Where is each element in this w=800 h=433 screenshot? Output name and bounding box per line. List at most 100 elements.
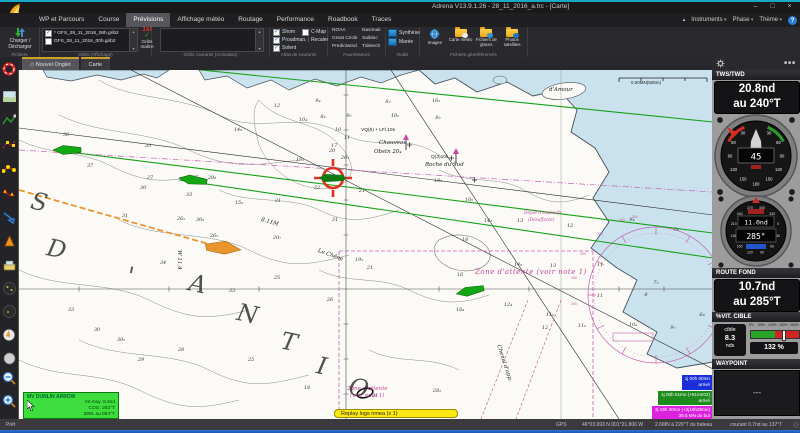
new-tab-icon: ◇ xyxy=(30,62,35,68)
solent-checkbox[interactable] xyxy=(273,44,280,52)
check-cmap[interactable]: C-Map xyxy=(302,28,328,36)
tab-course[interactable]: Course xyxy=(91,13,126,27)
link-predictwind[interactable]: Predictwind xyxy=(332,43,358,51)
ais-boat-orange[interactable] xyxy=(204,239,242,256)
nautical-chart[interactable]: 12 9₄ 8₂ 10₄ 8₄ 9₆ 10₅ 16₅ 10 11 17 20 18₃ 20₅ 8₃ 22 21 1… xyxy=(18,70,713,419)
regatta-mark-icon[interactable] xyxy=(1,233,17,249)
check-solent[interactable]: Solent xyxy=(273,44,305,52)
eraser-icon[interactable] xyxy=(1,257,17,273)
group-gribs-courants: ▴ ▾ Gribs courants (Activation) xyxy=(152,27,270,57)
cog-value: au 285°T xyxy=(733,295,781,308)
panel-settings-icon[interactable] xyxy=(716,59,725,68)
courants-scrollbar[interactable]: ▴ ▾ xyxy=(255,28,264,52)
wind-arrow-icon[interactable] xyxy=(1,209,17,225)
tab-wp-et-parcours[interactable]: WP et Parcours xyxy=(32,13,91,27)
weather-ball-icon[interactable] xyxy=(1,280,17,296)
group-outils: Synthèse Marée Outils xyxy=(386,27,420,57)
ais-boat[interactable] xyxy=(455,284,485,299)
tab-performance[interactable]: Performance xyxy=(270,13,321,27)
minimize-button[interactable]: – xyxy=(747,2,764,13)
tab-routage[interactable]: Routage xyxy=(231,13,270,27)
synthese-button[interactable]: Synthèse xyxy=(388,28,420,37)
beacon-icon[interactable] xyxy=(403,134,459,164)
link-noaa[interactable]: NOAA xyxy=(332,27,358,35)
grib-list[interactable]: * GFS_28_11_2016_06h.grib2 GFS_28_11_201… xyxy=(42,28,130,52)
svg-text:150: 150 xyxy=(740,177,748,182)
phase-menu[interactable]: Phase xyxy=(732,17,753,23)
wind-angle-gauge[interactable]: 30 30 60 60 90 90 120 120 150 150 180 45 xyxy=(713,113,799,199)
instruments-menu[interactable]: Instruments xyxy=(691,17,726,23)
tws-speed: 20.8nd xyxy=(738,83,776,95)
shom-checkbox[interactable] xyxy=(273,28,280,36)
link-saildoc[interactable]: Saildoc xyxy=(362,35,380,43)
collapse-ribbon-icon[interactable]: ▴ xyxy=(683,17,686,23)
eta-status: arrivé xyxy=(698,397,711,403)
help-button[interactable]: ? xyxy=(788,15,797,25)
mouse-cursor xyxy=(27,400,35,411)
chart-icon[interactable] xyxy=(1,88,17,104)
ais-boat[interactable] xyxy=(178,174,208,187)
link-tidetech[interactable]: Tidetech xyxy=(362,43,380,51)
resize-grip[interactable] xyxy=(793,421,799,428)
zoom-in-icon[interactable] xyxy=(1,393,17,409)
check-shom[interactable]: Shom xyxy=(273,28,305,36)
eta-box-blue: 1j 00h 00mn arrivé xyxy=(681,375,713,390)
eta-time: 1j 00h 00mn xyxy=(684,376,710,381)
svg-text:90: 90 xyxy=(780,154,785,159)
panel-more-icon[interactable]: ■■■ xyxy=(784,60,796,66)
globe-icon xyxy=(430,29,440,39)
ais-boat[interactable] xyxy=(52,145,82,155)
grib-file-label: * GFS_28_11_2016_06h.grib2 xyxy=(54,30,119,36)
grib-row[interactable]: GFS_28_11_2016_00h.grib2 xyxy=(43,37,129,45)
maximize-button[interactable]: □ xyxy=(764,2,781,13)
photos-satellites-label: Photos satellites xyxy=(503,37,521,47)
compass-gauge[interactable]: 270 300 330 0 30 60 90 120 150 180 210 2… xyxy=(716,194,796,270)
tab-affichage-meteo[interactable]: Affichage météo xyxy=(170,13,231,27)
weather-ball-2-icon[interactable] xyxy=(1,303,17,319)
tab-previsions[interactable]: Prévisions xyxy=(126,13,171,27)
twa-tag xyxy=(751,165,761,169)
cmap-checkbox[interactable] xyxy=(302,28,309,36)
track-red-icon[interactable] xyxy=(1,136,17,152)
recaler-button[interactable]: →| Recaler xyxy=(302,36,328,44)
svg-text:330: 330 xyxy=(769,212,775,216)
svg-text:90: 90 xyxy=(728,154,733,159)
percent-value: 132 % xyxy=(750,342,798,354)
zoom-out-icon[interactable] xyxy=(1,370,17,386)
compass-check-icon[interactable] xyxy=(1,327,17,343)
tab-traces[interactable]: Traces xyxy=(365,13,399,27)
grib-checkbox[interactable] xyxy=(45,37,52,45)
tws-value-box: 20.8nd au 240°T xyxy=(714,81,800,114)
close-button[interactable]: × xyxy=(781,2,798,13)
marks-icon[interactable] xyxy=(1,185,17,201)
theme-menu[interactable]: Thème xyxy=(759,17,782,23)
proudman-checkbox[interactable] xyxy=(273,36,280,44)
cloud-icon xyxy=(461,33,468,38)
tws-header[interactable]: TWS/TWD xyxy=(712,70,800,80)
group-fournisseurs: NOAA Great Circle Predictwind Navimail S… xyxy=(328,27,386,57)
track-line-orange xyxy=(19,189,220,248)
waypoint-header[interactable]: WAYPOINT xyxy=(712,359,800,369)
link-great-circle[interactable]: Great Circle xyxy=(332,35,358,43)
group-atlas: Shom Proudman Solent C-Map →| R xyxy=(270,27,328,57)
tab-roadbook[interactable]: Roadbook xyxy=(321,13,365,27)
link-navimail[interactable]: Navimail xyxy=(362,27,380,35)
water-strip-topleft xyxy=(42,70,170,82)
charger-decharger-button[interactable]: Charger / Décharger xyxy=(2,28,38,50)
charger-decharger-label: Charger / Décharger xyxy=(8,38,32,50)
recaler-icon: →| xyxy=(302,37,309,43)
check-proudman[interactable]: Proudman xyxy=(273,36,305,44)
ais-info-box: MV DUNLIN ARROW Vit moy. 9.2nd COG: 282°… xyxy=(23,392,119,419)
sphere-icon[interactable] xyxy=(1,350,17,366)
grib-checkbox[interactable] xyxy=(45,29,52,37)
route-fond-header[interactable]: ROUTE FOND xyxy=(712,268,800,278)
waypoints-icon[interactable] xyxy=(1,160,17,176)
courants-list[interactable] xyxy=(160,28,256,52)
vit-cible-header[interactable]: %VIT. CIBLE xyxy=(712,312,800,322)
lifebuoy-icon[interactable] xyxy=(1,61,17,77)
grib-file-label: GFS_28_11_2016_00h.grib2 xyxy=(54,38,116,44)
maree-button[interactable]: Marée xyxy=(388,37,420,46)
grib-row[interactable]: * GFS_28_11_2016_06h.grib2 xyxy=(43,29,129,37)
route-green-icon[interactable] xyxy=(1,112,17,128)
replay-logs-badge[interactable]: Replay logs nmea (x 1) xyxy=(334,409,458,418)
